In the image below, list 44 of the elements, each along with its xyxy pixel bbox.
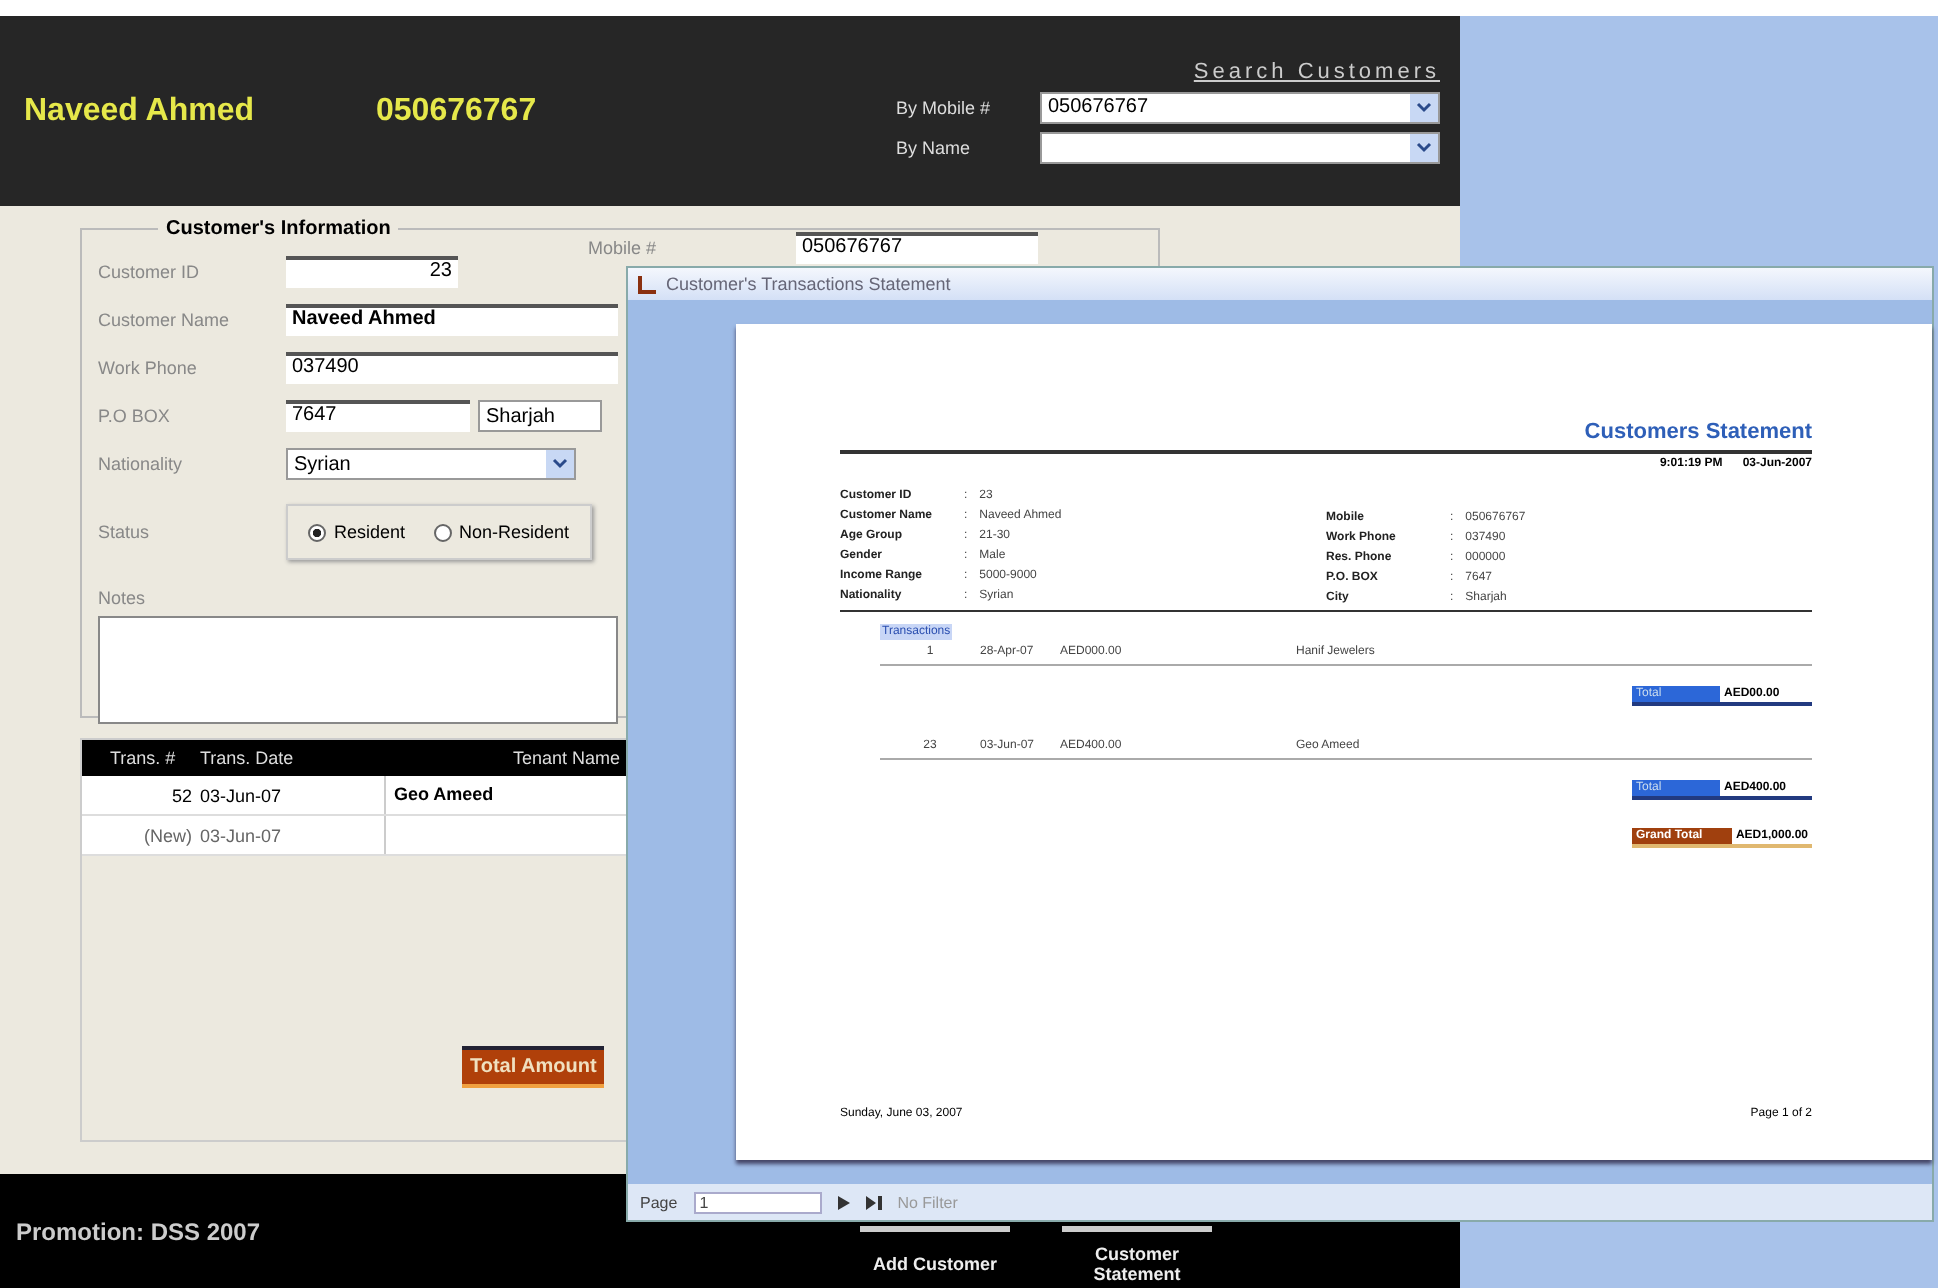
input-field[interactable]: 037490 (286, 352, 618, 384)
dropdown-field[interactable]: Syrian (286, 448, 576, 480)
search-dropdown[interactable] (1040, 131, 1440, 163)
report-title: Customers Statement (1584, 420, 1812, 444)
radio-circle-icon[interactable] (308, 523, 326, 541)
input-field[interactable]: 23 (286, 256, 458, 288)
field-label: Status (98, 522, 152, 542)
field-label: Work Phone (98, 358, 199, 378)
radio-circle-icon[interactable] (433, 523, 452, 541)
field-label: Mobile # (588, 238, 659, 258)
dropdown-field[interactable]: Sharjah (478, 400, 602, 432)
table-cell-text: 03-Jun-07 (200, 785, 284, 805)
field-label: P.O BOX (98, 406, 172, 426)
field-label: Nationality (98, 454, 185, 474)
field-label: Customer ID (98, 262, 202, 282)
input-field[interactable]: 050676767 (796, 232, 1038, 264)
last-page-icon[interactable] (865, 1195, 882, 1209)
search-label: By Mobile # (896, 97, 993, 117)
table-cell-text: 03-Jun-07 (200, 825, 284, 845)
field-label: Notes (98, 588, 148, 608)
radio-button[interactable]: Resident (308, 522, 406, 542)
total-amount-button[interactable]: Total Amount (462, 1046, 605, 1088)
table-cell: Geo Ameed (384, 776, 614, 814)
page-label: Page (640, 1193, 678, 1211)
column-header: Trans. Date (200, 748, 296, 768)
radio-button[interactable]: Non-Resident (433, 522, 570, 542)
column-header: Tenant Name (510, 748, 620, 768)
table-cell-text: 52 (169, 785, 194, 805)
search-dropdown[interactable]: 050676767 (1040, 91, 1440, 123)
customer-name: Naveed Ahmed (24, 93, 256, 129)
section-title: Customer's Information (164, 218, 393, 240)
customer-mobile: 050676767 (376, 93, 537, 129)
table-cell-text: (New) (142, 825, 194, 845)
search-label: By Name (896, 137, 973, 157)
input-field[interactable]: 7647 (286, 400, 470, 432)
column-header: Trans. # (108, 748, 178, 768)
notes-field[interactable] (98, 616, 618, 724)
promotion-text: Promotion: DSS 2007 (16, 1217, 261, 1245)
page-number-field[interactable]: 1 (693, 1191, 822, 1213)
input-field[interactable]: Naveed Ahmed (286, 304, 618, 336)
search-title[interactable]: Search Customers (1193, 59, 1440, 83)
next-page-icon[interactable] (837, 1195, 850, 1209)
field-label: Customer Name (98, 310, 232, 330)
window-title: Customer's Transactions Statement (666, 274, 951, 294)
